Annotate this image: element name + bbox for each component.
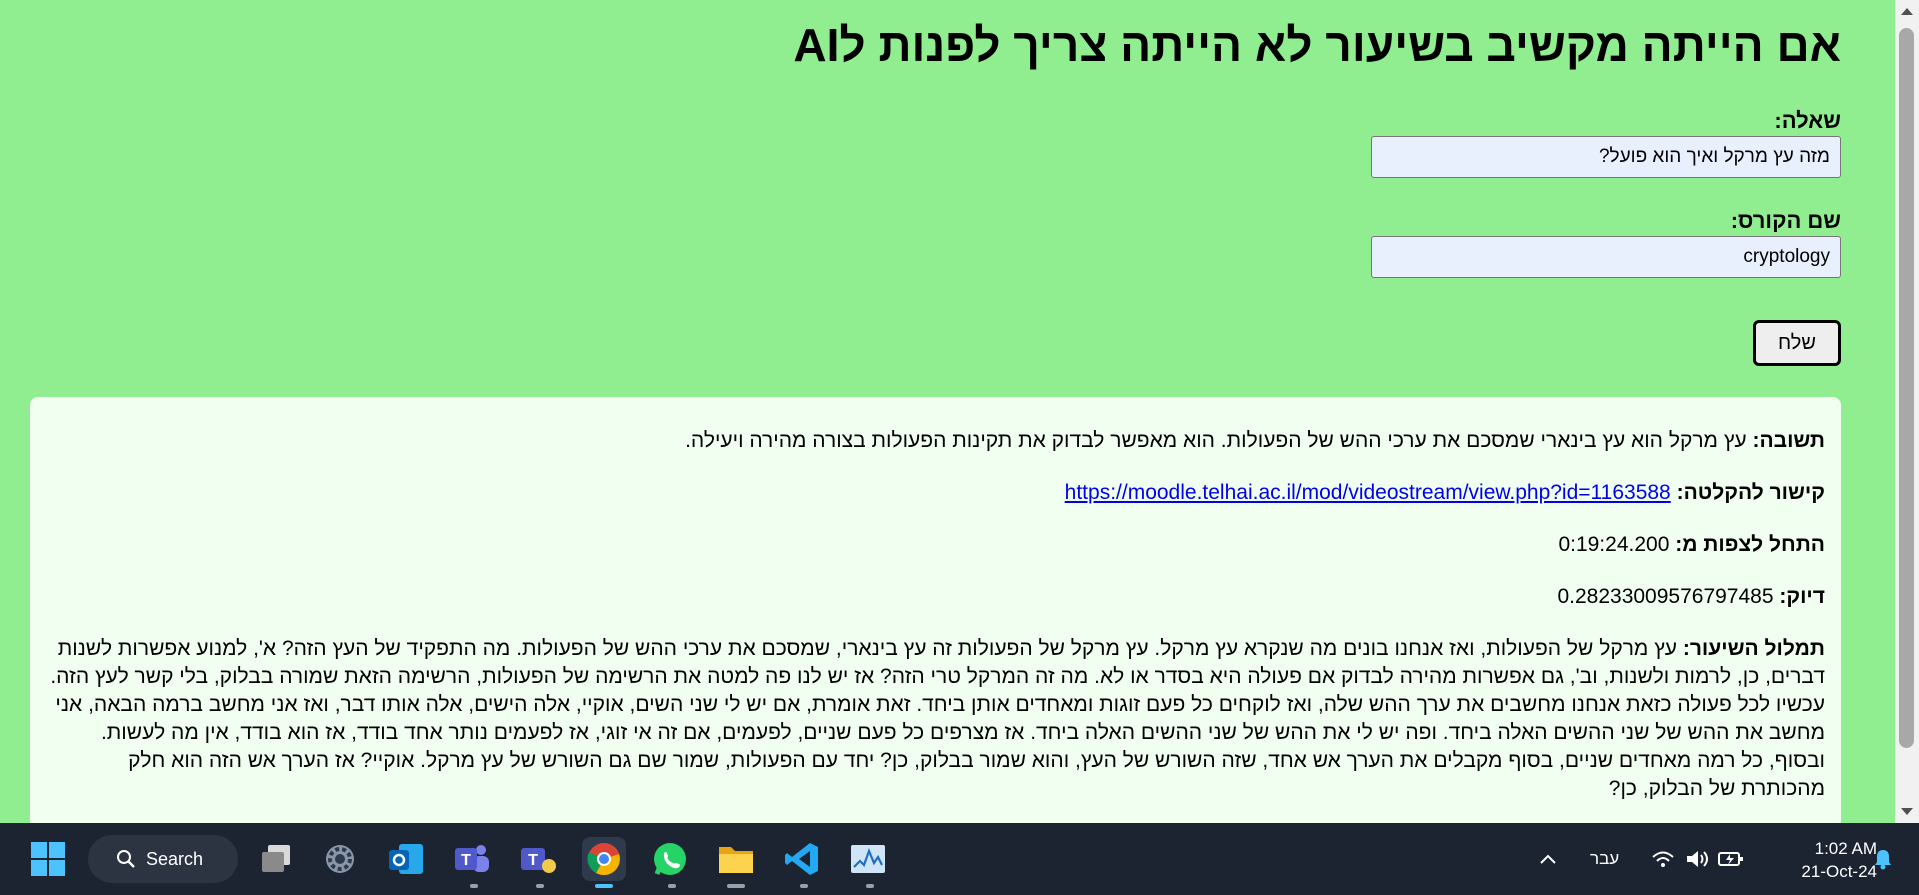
battery-charging-icon[interactable] — [1714, 837, 1748, 881]
transcript-text: עץ מרקל של הפעולות, ואז אנחנו בונים מה ש… — [50, 637, 1825, 800]
start-time-row: התחל לצפות מ: 0:19:24.200 — [46, 531, 1825, 559]
taskbar-search-button[interactable]: Search — [88, 835, 238, 883]
start-time-value: 0:19:24.200 — [1558, 533, 1670, 556]
page-title: אם הייתה מקשיב בשיעור לא הייתה צריך לפנו… — [793, 19, 1841, 71]
chrome-active-indicator — [595, 884, 613, 888]
question-input[interactable] — [1371, 136, 1841, 178]
whatsapp-running-indicator — [668, 884, 676, 888]
clock-time: 1:02 AM — [1814, 839, 1877, 858]
system-clock[interactable]: 1:02 AM 21-Oct-24 — [1801, 837, 1877, 883]
chevron-up-icon[interactable] — [1528, 837, 1568, 881]
vscode-icon[interactable] — [780, 837, 824, 881]
transcript-label: תמלול השיעור: — [1682, 637, 1825, 660]
vscode-running-indicator — [800, 884, 808, 888]
start-time-label: התחל לצפות מ: — [1675, 533, 1825, 556]
clock-date: 21-Oct-24 — [1801, 862, 1877, 881]
teams-personal-running-indicator — [536, 884, 544, 888]
task-manager-running-indicator — [866, 884, 874, 888]
scroll-down-arrow-icon[interactable] — [1901, 808, 1913, 815]
course-input[interactable] — [1371, 236, 1841, 278]
windows-start-icon[interactable] — [26, 837, 70, 881]
scrollbar-thumb[interactable] — [1899, 28, 1914, 748]
answer-label: תשובה: — [1752, 429, 1825, 452]
whatsapp-icon[interactable] — [648, 837, 692, 881]
accuracy-value: 0.28233009576797485 — [1557, 585, 1774, 608]
recording-link[interactable]: https://moodle.telhai.ac.il/mod/videostr… — [1065, 481, 1671, 504]
chrome-icon[interactable] — [582, 837, 626, 881]
volume-icon[interactable] — [1680, 837, 1714, 881]
answer-row: תשובה: עץ מרקל הוא עץ בינארי שמסכם את ער… — [46, 427, 1825, 455]
vertical-scrollbar[interactable] — [1895, 0, 1919, 823]
search-icon — [117, 850, 135, 868]
accuracy-label: דיוק: — [1779, 585, 1825, 608]
input-language-indicator[interactable]: עבר — [1590, 849, 1619, 869]
transcript-row: תמלול השיעור: עץ מרקל של הפעולות, ואז אנ… — [46, 635, 1825, 803]
teams-personal-icon[interactable]: T — [516, 837, 560, 881]
task-manager-icon[interactable] — [846, 837, 890, 881]
task-view-icon[interactable] — [254, 837, 298, 881]
result-panel: תשובה: עץ מרקל הוא עץ בינארי שמסכם את ער… — [30, 397, 1841, 823]
search-label: Search — [146, 848, 204, 869]
question-label: שאלה: — [1774, 108, 1841, 133]
answer-text: עץ מרקל הוא עץ בינארי שמסכם את ערכי ההש … — [685, 429, 1747, 452]
explorer-running-indicator — [727, 884, 745, 888]
scroll-up-arrow-icon[interactable] — [1901, 8, 1913, 15]
course-label: שם הקורס: — [1730, 208, 1841, 233]
taskbar: Search T T עבר 1:02 AM 21-Oct-24 — [0, 823, 1919, 895]
settings-icon[interactable] — [318, 837, 362, 881]
wifi-icon[interactable] — [1646, 837, 1680, 881]
svg-text:T: T — [461, 852, 471, 869]
app-page: אם הייתה מקשיב בשיעור לא הייתה צריך לפנו… — [0, 0, 1895, 823]
file-explorer-icon[interactable] — [714, 837, 758, 881]
recording-link-row: קישור להקלטה: https://moodle.telhai.ac.i… — [46, 479, 1825, 507]
teams-running-indicator — [470, 884, 478, 888]
teams-icon[interactable]: T — [450, 837, 494, 881]
accuracy-row: דיוק: 0.28233009576797485 — [46, 583, 1825, 611]
outlook-icon[interactable] — [384, 837, 428, 881]
notification-bell-icon[interactable] — [1868, 837, 1898, 881]
svg-text:T: T — [528, 852, 538, 869]
recording-link-label: קישור להקלטה: — [1676, 481, 1825, 504]
send-button[interactable]: שלח — [1753, 320, 1841, 366]
